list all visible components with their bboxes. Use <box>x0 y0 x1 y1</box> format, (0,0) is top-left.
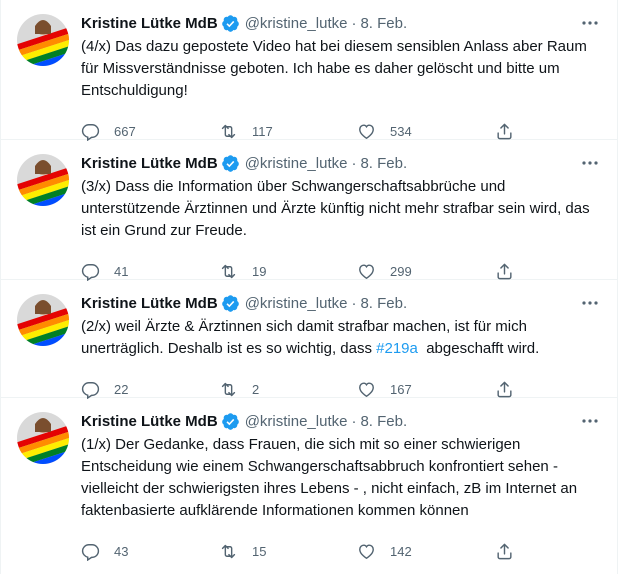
reply-icon <box>81 381 100 399</box>
reply-count: 41 <box>114 263 129 279</box>
like-count: 534 <box>390 123 412 139</box>
like-button[interactable]: 299 <box>357 262 495 281</box>
tweet-header: Kristine Lütke MdB @kristine_lutke · 8. … <box>81 152 601 174</box>
like-count: 167 <box>390 381 412 397</box>
share-button[interactable] <box>495 380 528 399</box>
tweet-date[interactable]: 8. Feb. <box>360 155 407 172</box>
tweet-text-tail: abgeschafft wird. <box>417 340 540 357</box>
avatar[interactable] <box>17 294 69 346</box>
author-handle[interactable]: @kristine_lutke <box>245 15 348 32</box>
reply-icon <box>81 263 100 281</box>
share-button[interactable] <box>495 122 528 141</box>
tweet-text: (1/x) Der Gedanke, dass Frauen, die sich… <box>81 434 601 522</box>
tweet-header: Kristine Lütke MdB @kristine_lutke · 8. … <box>81 410 601 432</box>
retweet-icon <box>221 382 236 396</box>
retweet-count: 2 <box>252 381 260 397</box>
retweet-count: 15 <box>252 543 267 559</box>
author-handle[interactable]: @kristine_lutke <box>245 295 348 312</box>
tweet-text-main: (3/x) Dass die Information über Schwange… <box>81 178 590 239</box>
tweet-text: (3/x) Dass die Information über Schwange… <box>81 176 601 242</box>
avatar[interactable] <box>17 154 69 206</box>
share-button[interactable] <box>495 542 528 561</box>
like-count: 299 <box>390 263 412 279</box>
more-options-icon[interactable] <box>581 294 599 312</box>
like-count: 142 <box>390 543 412 559</box>
tweet-text-main: (1/x) Der Gedanke, dass Frauen, die sich… <box>81 436 578 519</box>
tweet[interactable]: Kristine Lütke MdB @kristine_lutke · 8. … <box>1 280 617 399</box>
retweet-count: 117 <box>252 123 273 139</box>
tweet-date[interactable]: 8. Feb. <box>360 413 407 430</box>
author-name[interactable]: Kristine Lütke MdB <box>81 155 218 172</box>
like-button[interactable]: 167 <box>357 380 495 399</box>
retweet-icon <box>221 544 236 558</box>
separator-dot: · <box>351 154 357 172</box>
reply-icon <box>81 123 100 141</box>
verified-badge-icon <box>221 294 239 312</box>
timeline: Kristine Lütke MdB @kristine_lutke · 8. … <box>0 0 618 574</box>
like-icon <box>359 543 374 559</box>
author-name[interactable]: Kristine Lütke MdB <box>81 413 218 430</box>
verified-badge-icon <box>221 14 239 32</box>
more-options-icon[interactable] <box>581 154 599 172</box>
more-options-icon[interactable] <box>581 14 599 32</box>
hashtag-link[interactable]: #219a <box>376 340 418 357</box>
like-icon <box>359 381 374 397</box>
reply-button[interactable]: 667 <box>81 122 219 141</box>
verified-badge-icon <box>221 154 239 172</box>
tweet-actions: 43 15 142 <box>81 529 601 573</box>
avatar[interactable] <box>17 412 69 464</box>
share-icon <box>497 381 512 397</box>
reply-count: 22 <box>114 381 129 397</box>
share-button[interactable] <box>495 262 528 281</box>
author-handle[interactable]: @kristine_lutke <box>245 155 348 172</box>
reply-button[interactable]: 43 <box>81 542 219 561</box>
separator-dot: · <box>351 14 357 32</box>
author-name[interactable]: Kristine Lütke MdB <box>81 15 218 32</box>
tweet-header: Kristine Lütke MdB @kristine_lutke · 8. … <box>81 12 601 34</box>
separator-dot: · <box>351 294 357 312</box>
share-icon <box>497 123 512 139</box>
reply-button[interactable]: 41 <box>81 262 219 281</box>
like-button[interactable]: 534 <box>357 122 495 141</box>
retweet-button[interactable]: 2 <box>219 380 357 399</box>
share-icon <box>497 543 512 559</box>
tweet-text-main: (4/x) Das dazu gepostete Video hat bei d… <box>81 38 587 99</box>
reply-button[interactable]: 22 <box>81 380 219 399</box>
retweet-button[interactable]: 19 <box>219 262 357 281</box>
tweet[interactable]: Kristine Lütke MdB @kristine_lutke · 8. … <box>1 0 617 141</box>
share-icon <box>497 263 512 279</box>
author-handle[interactable]: @kristine_lutke <box>245 413 348 430</box>
retweet-icon <box>221 264 236 278</box>
tweet-text: (4/x) Das dazu gepostete Video hat bei d… <box>81 36 601 102</box>
retweet-button[interactable]: 15 <box>219 542 357 561</box>
like-button[interactable]: 142 <box>357 542 495 561</box>
tweet-date[interactable]: 8. Feb. <box>360 15 407 32</box>
tweet[interactable]: Kristine Lütke MdB @kristine_lutke · 8. … <box>1 140 617 281</box>
tweet-header: Kristine Lütke MdB @kristine_lutke · 8. … <box>81 292 601 314</box>
more-options-icon[interactable] <box>581 412 599 430</box>
reply-icon <box>81 543 100 561</box>
like-icon <box>359 123 374 139</box>
reply-count: 43 <box>114 543 129 559</box>
tweet[interactable]: Kristine Lütke MdB @kristine_lutke · 8. … <box>1 398 617 574</box>
reply-count: 667 <box>114 123 136 139</box>
retweet-button[interactable]: 117 <box>219 122 357 141</box>
retweet-icon <box>221 124 236 138</box>
retweet-count: 19 <box>252 263 267 279</box>
author-name[interactable]: Kristine Lütke MdB <box>81 295 218 312</box>
separator-dot: · <box>351 412 357 430</box>
tweet-date[interactable]: 8. Feb. <box>360 295 407 312</box>
like-icon <box>359 263 374 279</box>
verified-badge-icon <box>221 412 239 430</box>
tweet-text: (2/x) weil Ärzte & Ärztinnen sich damit … <box>81 316 601 360</box>
avatar[interactable] <box>17 14 69 66</box>
